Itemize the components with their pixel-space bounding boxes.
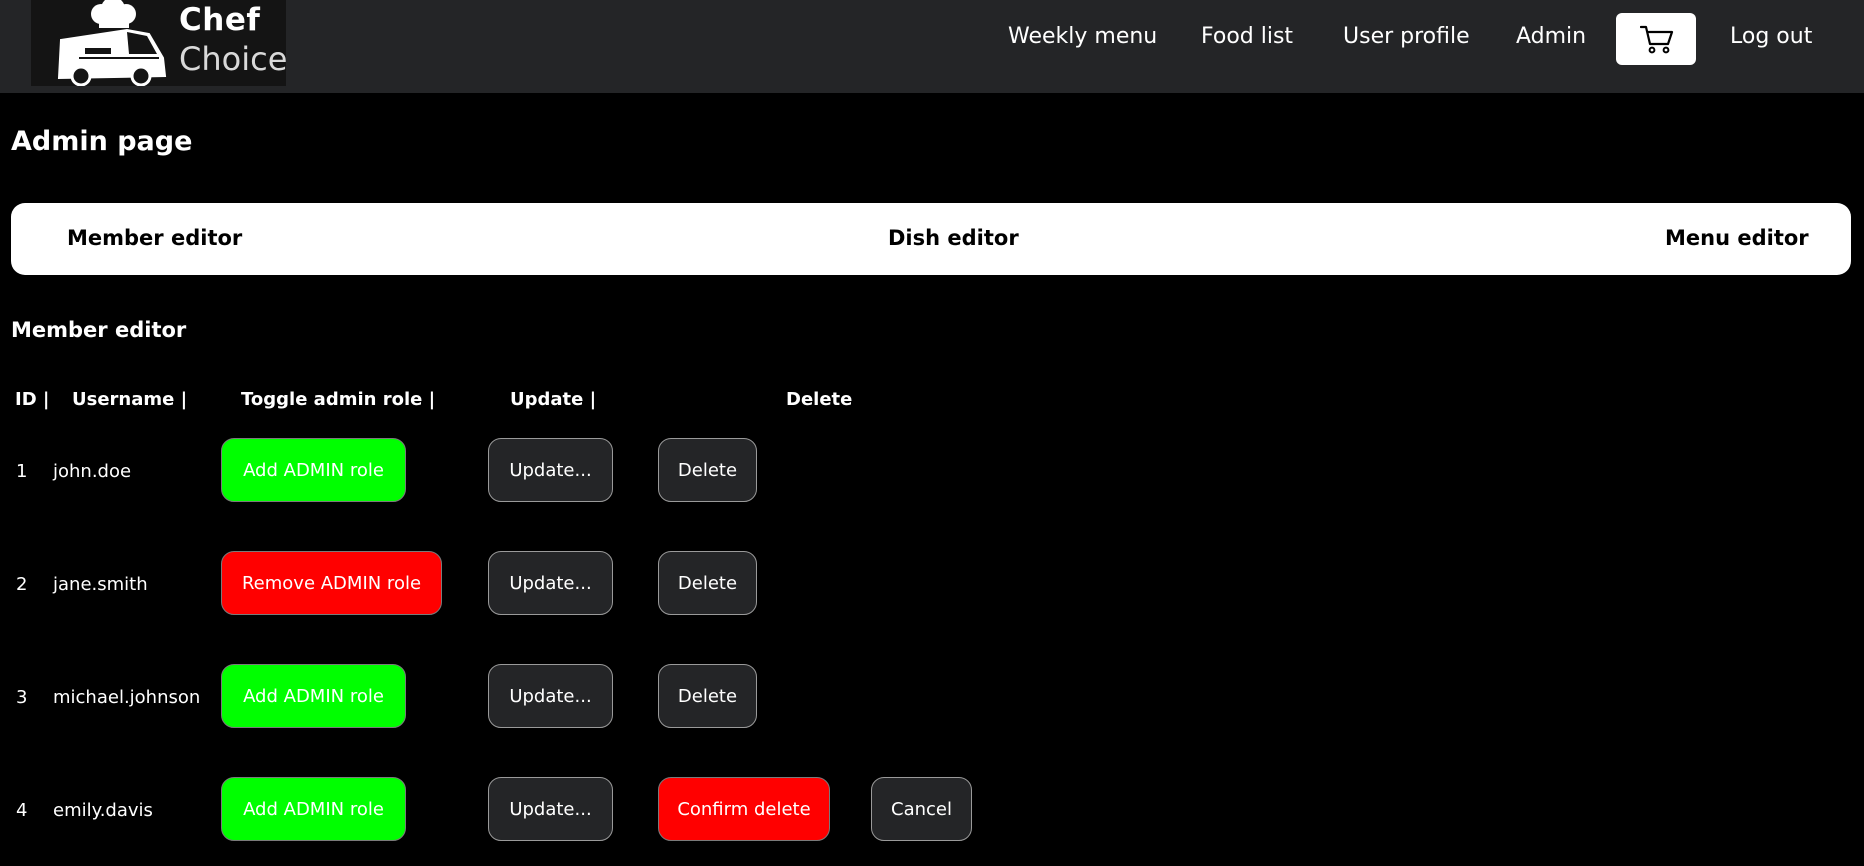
shopping-cart-icon	[1640, 25, 1674, 54]
page-title: Admin page	[11, 126, 193, 157]
row-id: 3	[16, 687, 28, 708]
chef-van-icon	[57, 0, 167, 86]
update-button[interactable]: Update...	[488, 664, 613, 728]
logout-link[interactable]: Log out	[1730, 24, 1812, 49]
confirm-delete-button[interactable]: Confirm delete	[658, 777, 830, 841]
column-header-username: Username |	[72, 389, 188, 410]
column-header-id: ID |	[15, 389, 50, 410]
editor-tabs-bar: Member editor Dish editor Menu editor	[11, 203, 1851, 275]
column-header-toggle-admin: Toggle admin role |	[241, 389, 436, 410]
cancel-button[interactable]: Cancel	[871, 777, 972, 841]
delete-button[interactable]: Delete	[658, 551, 757, 615]
nav-weekly-menu[interactable]: Weekly menu	[1008, 24, 1157, 49]
navbar: Chef Choice Weekly menu Food list User p…	[0, 0, 1864, 93]
add-admin-role-button[interactable]: Add ADMIN role	[221, 777, 406, 841]
row-username: michael.johnson	[53, 687, 201, 708]
row-username: jane.smith	[53, 574, 148, 595]
tab-menu-editor[interactable]: Menu editor	[1665, 226, 1809, 250]
update-button[interactable]: Update...	[488, 438, 613, 502]
row-id: 2	[16, 574, 28, 595]
logo-text-chef: Chef	[179, 2, 261, 38]
update-button[interactable]: Update...	[488, 551, 613, 615]
row-id: 1	[16, 461, 28, 482]
logo-text-choice: Choice	[179, 40, 288, 78]
row-username: emily.davis	[53, 800, 153, 821]
tab-member-editor[interactable]: Member editor	[67, 226, 242, 250]
add-admin-role-button[interactable]: Add ADMIN role	[221, 438, 406, 502]
add-admin-role-button[interactable]: Add ADMIN role	[221, 664, 406, 728]
tab-dish-editor[interactable]: Dish editor	[888, 226, 1019, 250]
delete-button[interactable]: Delete	[658, 438, 757, 502]
nav-user-profile[interactable]: User profile	[1343, 24, 1470, 49]
row-username: john.doe	[53, 461, 132, 482]
section-title: Member editor	[11, 318, 187, 342]
column-header-delete: Delete	[786, 389, 853, 410]
row-id: 4	[16, 800, 28, 821]
delete-button[interactable]: Delete	[658, 664, 757, 728]
nav-admin[interactable]: Admin	[1516, 24, 1586, 49]
chef-choice-logo[interactable]: Chef Choice	[31, 0, 288, 86]
remove-admin-role-button[interactable]: Remove ADMIN role	[221, 551, 442, 615]
column-header-update: Update |	[510, 389, 597, 410]
nav-food-list[interactable]: Food list	[1201, 24, 1293, 49]
cart-button[interactable]	[1616, 13, 1696, 65]
update-button[interactable]: Update...	[488, 777, 613, 841]
